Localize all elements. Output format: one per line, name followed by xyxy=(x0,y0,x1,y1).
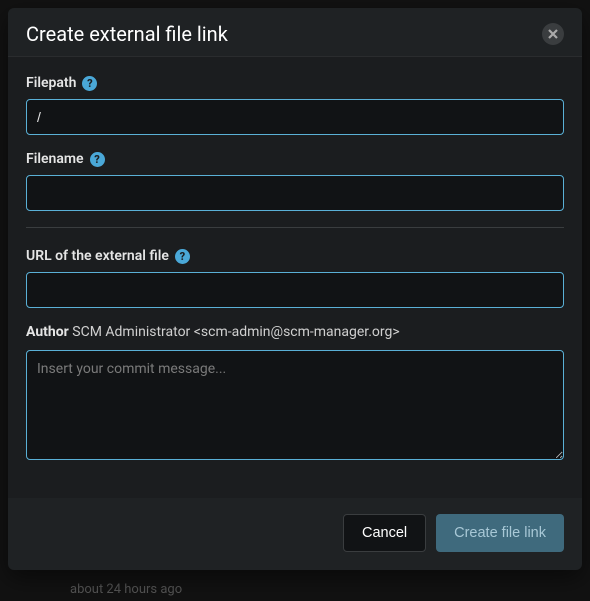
backdrop-text: about 24 hours ago xyxy=(70,582,182,597)
modal-footer: Cancel Create file link xyxy=(8,498,582,570)
url-field: URL of the external file ? xyxy=(26,248,564,308)
author-value: SCM Administrator <scm-admin@scm-manager… xyxy=(72,324,399,340)
cancel-button[interactable]: Cancel xyxy=(343,514,426,552)
help-icon[interactable]: ? xyxy=(82,76,97,91)
filename-label-row: Filename ? xyxy=(26,151,564,167)
author-line: Author SCM Administrator <scm-admin@scm-… xyxy=(26,324,564,340)
filename-field: Filename ? xyxy=(26,151,564,211)
modal-title: Create external file link xyxy=(26,22,228,46)
modal-body: Filepath ? Filename ? URL of the externa… xyxy=(8,56,582,498)
filename-label: Filename xyxy=(26,151,84,167)
help-icon[interactable]: ? xyxy=(175,249,190,264)
author-label: Author xyxy=(26,324,69,340)
modal-header: Create external file link xyxy=(8,8,582,56)
close-button[interactable] xyxy=(542,23,564,45)
create-external-file-link-modal: Create external file link Filepath ? Fil… xyxy=(8,8,582,570)
url-label: URL of the external file xyxy=(26,248,169,264)
filepath-label-row: Filepath ? xyxy=(26,75,564,91)
url-label-row: URL of the external file ? xyxy=(26,248,564,264)
close-icon xyxy=(548,29,558,39)
help-icon[interactable]: ? xyxy=(90,152,105,167)
filepath-field: Filepath ? xyxy=(26,75,564,135)
separator xyxy=(26,227,564,228)
commit-field: Author SCM Administrator <scm-admin@scm-… xyxy=(26,324,564,464)
filename-input[interactable] xyxy=(26,175,564,211)
filepath-label: Filepath xyxy=(26,75,76,91)
create-file-link-button[interactable]: Create file link xyxy=(436,514,564,552)
filepath-input[interactable] xyxy=(26,99,564,135)
commit-message-textarea[interactable] xyxy=(26,350,564,460)
url-input[interactable] xyxy=(26,272,564,308)
